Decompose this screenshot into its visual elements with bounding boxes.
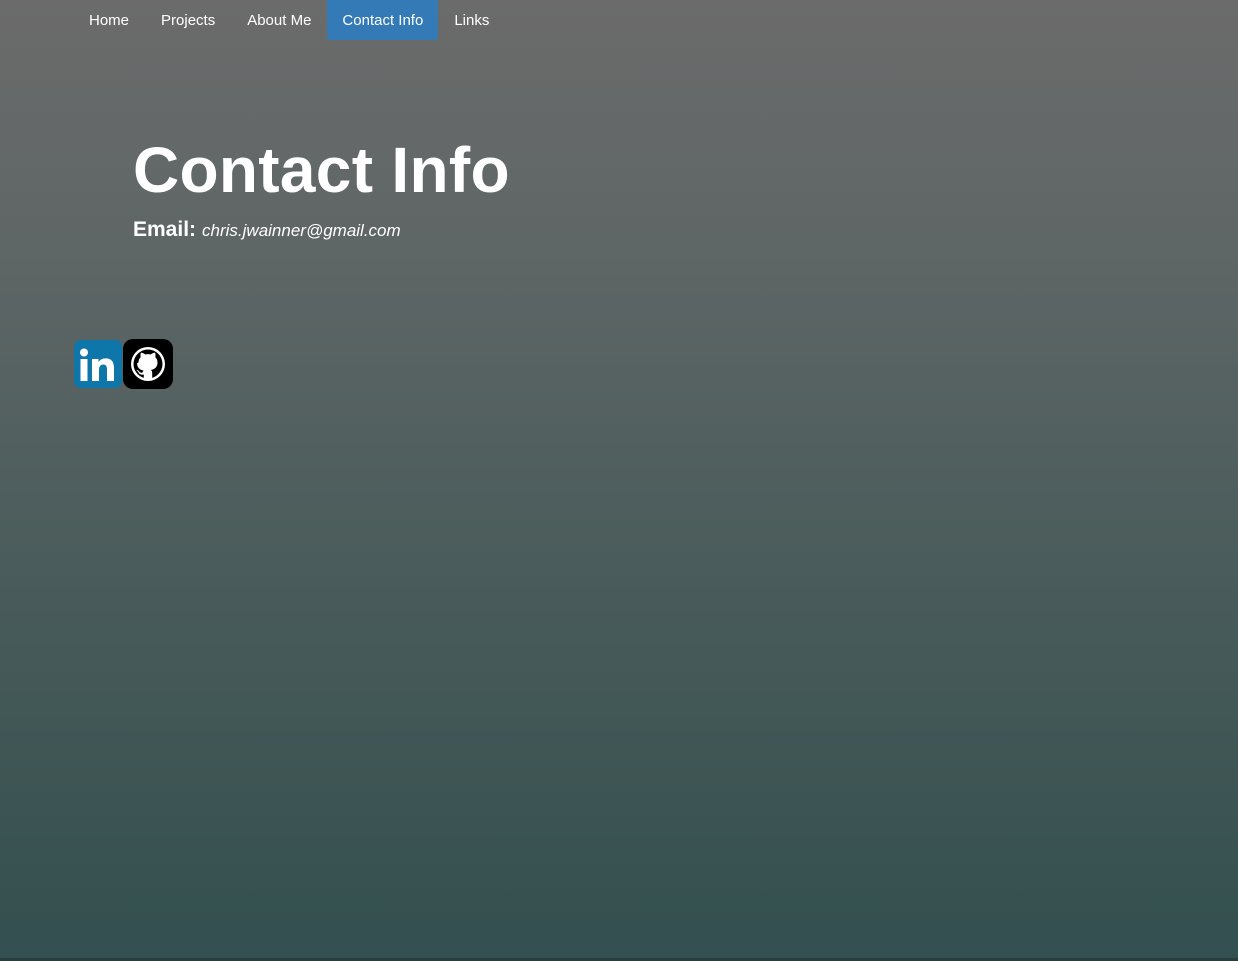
nav-contact-info[interactable]: Contact Info: [327, 0, 439, 40]
top-nav: Home Projects About Me Contact Info Link…: [73, 0, 505, 40]
linkedin-link[interactable]: [73, 339, 123, 389]
nav-projects[interactable]: Projects: [145, 0, 231, 40]
page-title: Contact Info: [133, 134, 510, 206]
email-label: Email:: [133, 218, 197, 241]
linkedin-icon: [74, 340, 122, 388]
nav-links[interactable]: Links: [438, 0, 505, 40]
github-link[interactable]: [123, 339, 173, 389]
github-icon: [123, 339, 173, 389]
email-row: Email: chris.jwainner@gmail.com: [133, 218, 510, 246]
email-link[interactable]: chris.jwainner@gmail.com: [202, 221, 401, 241]
social-links: [73, 339, 173, 389]
contact-section: Contact Info Email: chris.jwainner@gmail…: [133, 132, 510, 246]
nav-about-me[interactable]: About Me: [231, 0, 327, 40]
nav-home[interactable]: Home: [73, 0, 145, 40]
